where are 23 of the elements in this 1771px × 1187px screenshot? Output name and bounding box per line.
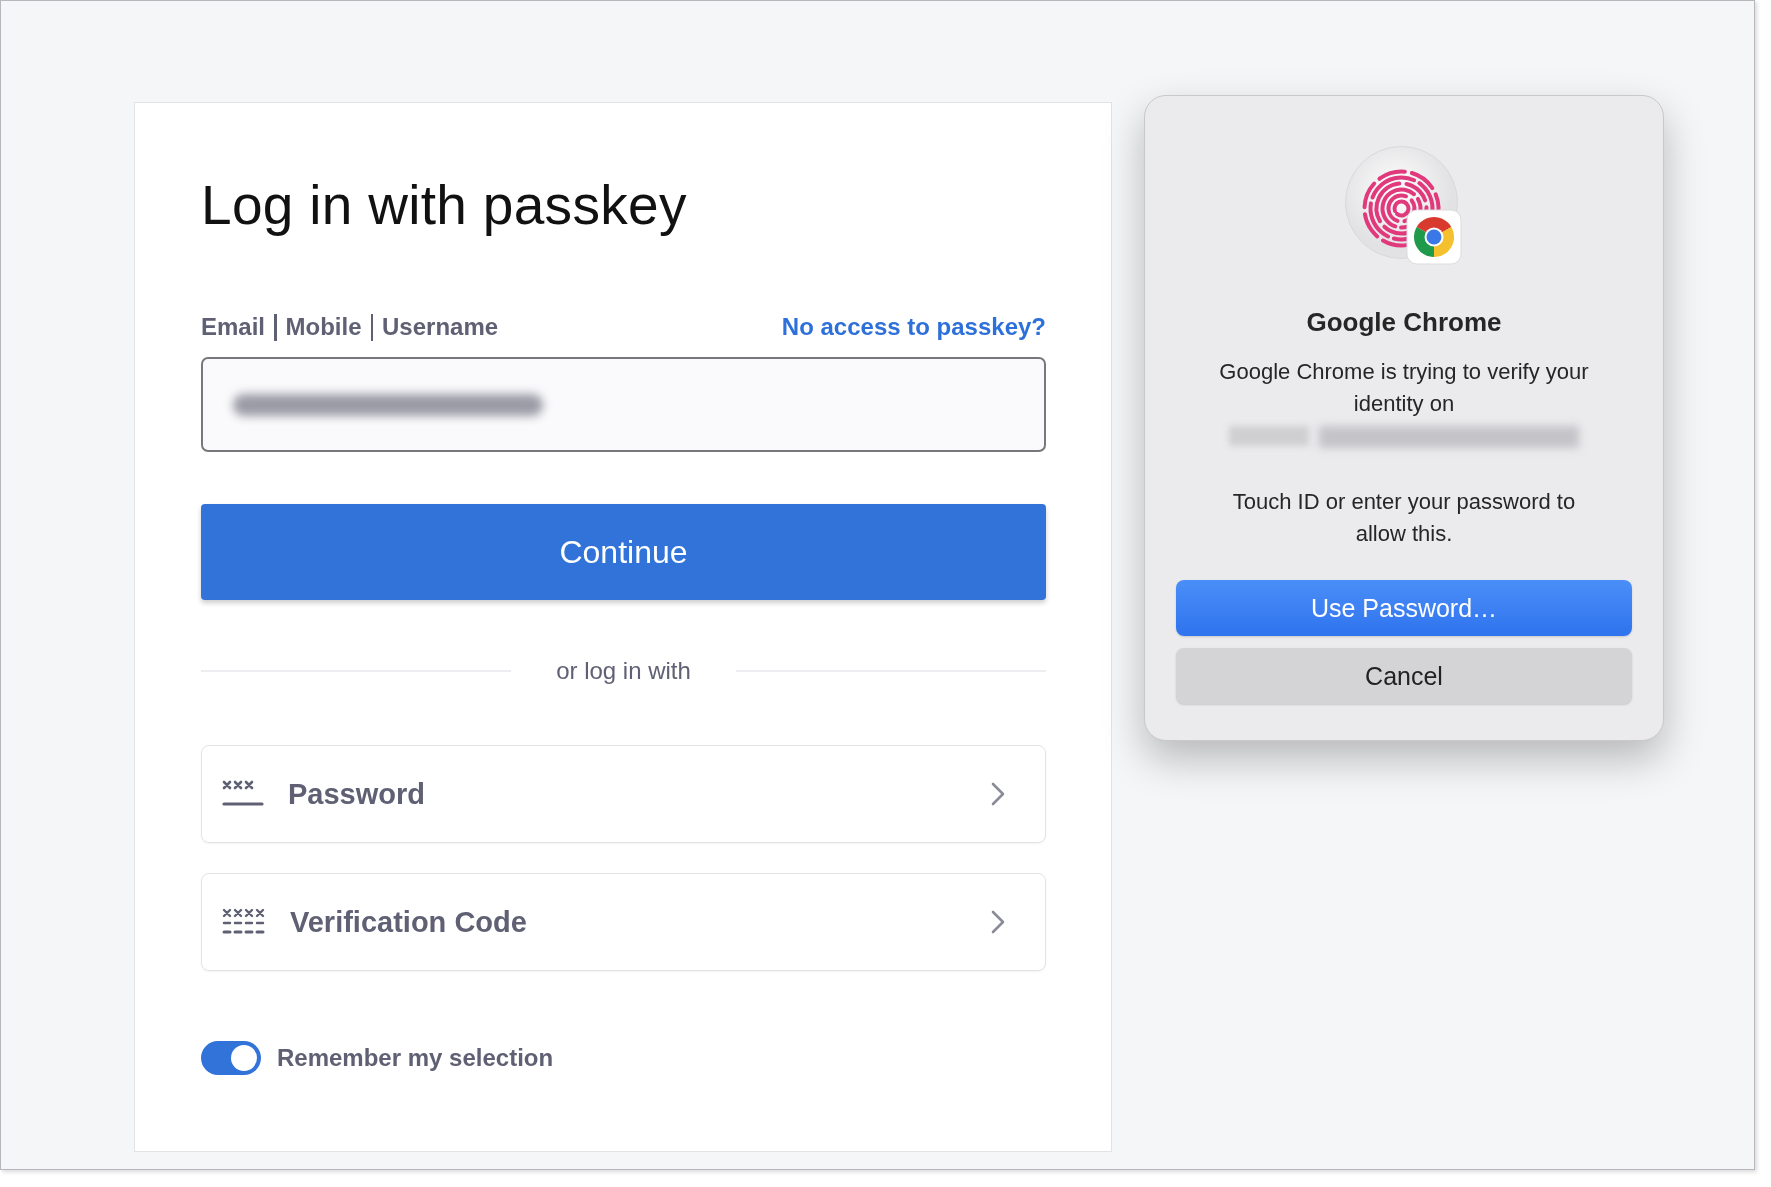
dialog-prompt: Touch ID or enter your password to allow this.	[1231, 488, 1577, 548]
continue-button[interactable]: Continue	[201, 504, 1046, 600]
toggle-label: Remember my selection	[277, 1044, 554, 1072]
dialog-title: Google Chrome	[1306, 306, 1502, 338]
email-field[interactable]	[201, 357, 1046, 452]
page-title: Log in with passkey	[201, 173, 688, 238]
remember-toggle[interactable]	[201, 1041, 261, 1075]
option-label: Password	[288, 777, 426, 811]
option-label: Verification Code	[290, 905, 528, 939]
browser-logo-icon	[1406, 209, 1462, 265]
login-option[interactable]: Verification Code	[201, 873, 1046, 971]
login-option[interactable]: Password	[201, 745, 1046, 843]
chevron-right-icon	[991, 782, 1005, 806]
use-password-button[interactable]: Use Password…	[1176, 580, 1632, 636]
cancel-button[interactable]: Cancel	[1176, 648, 1632, 704]
masked-password-icon	[222, 779, 266, 809]
divider-label: or log in with	[556, 657, 691, 685]
dialog-message: Google Chrome is trying to verify your identity on	[1218, 358, 1590, 418]
field-label: Email	[201, 313, 266, 341]
chevron-right-icon	[991, 910, 1005, 934]
field-label: Mobile	[285, 313, 362, 341]
field-label: Username	[382, 313, 499, 341]
help-link[interactable]: No access to passkey?	[781, 313, 1046, 341]
